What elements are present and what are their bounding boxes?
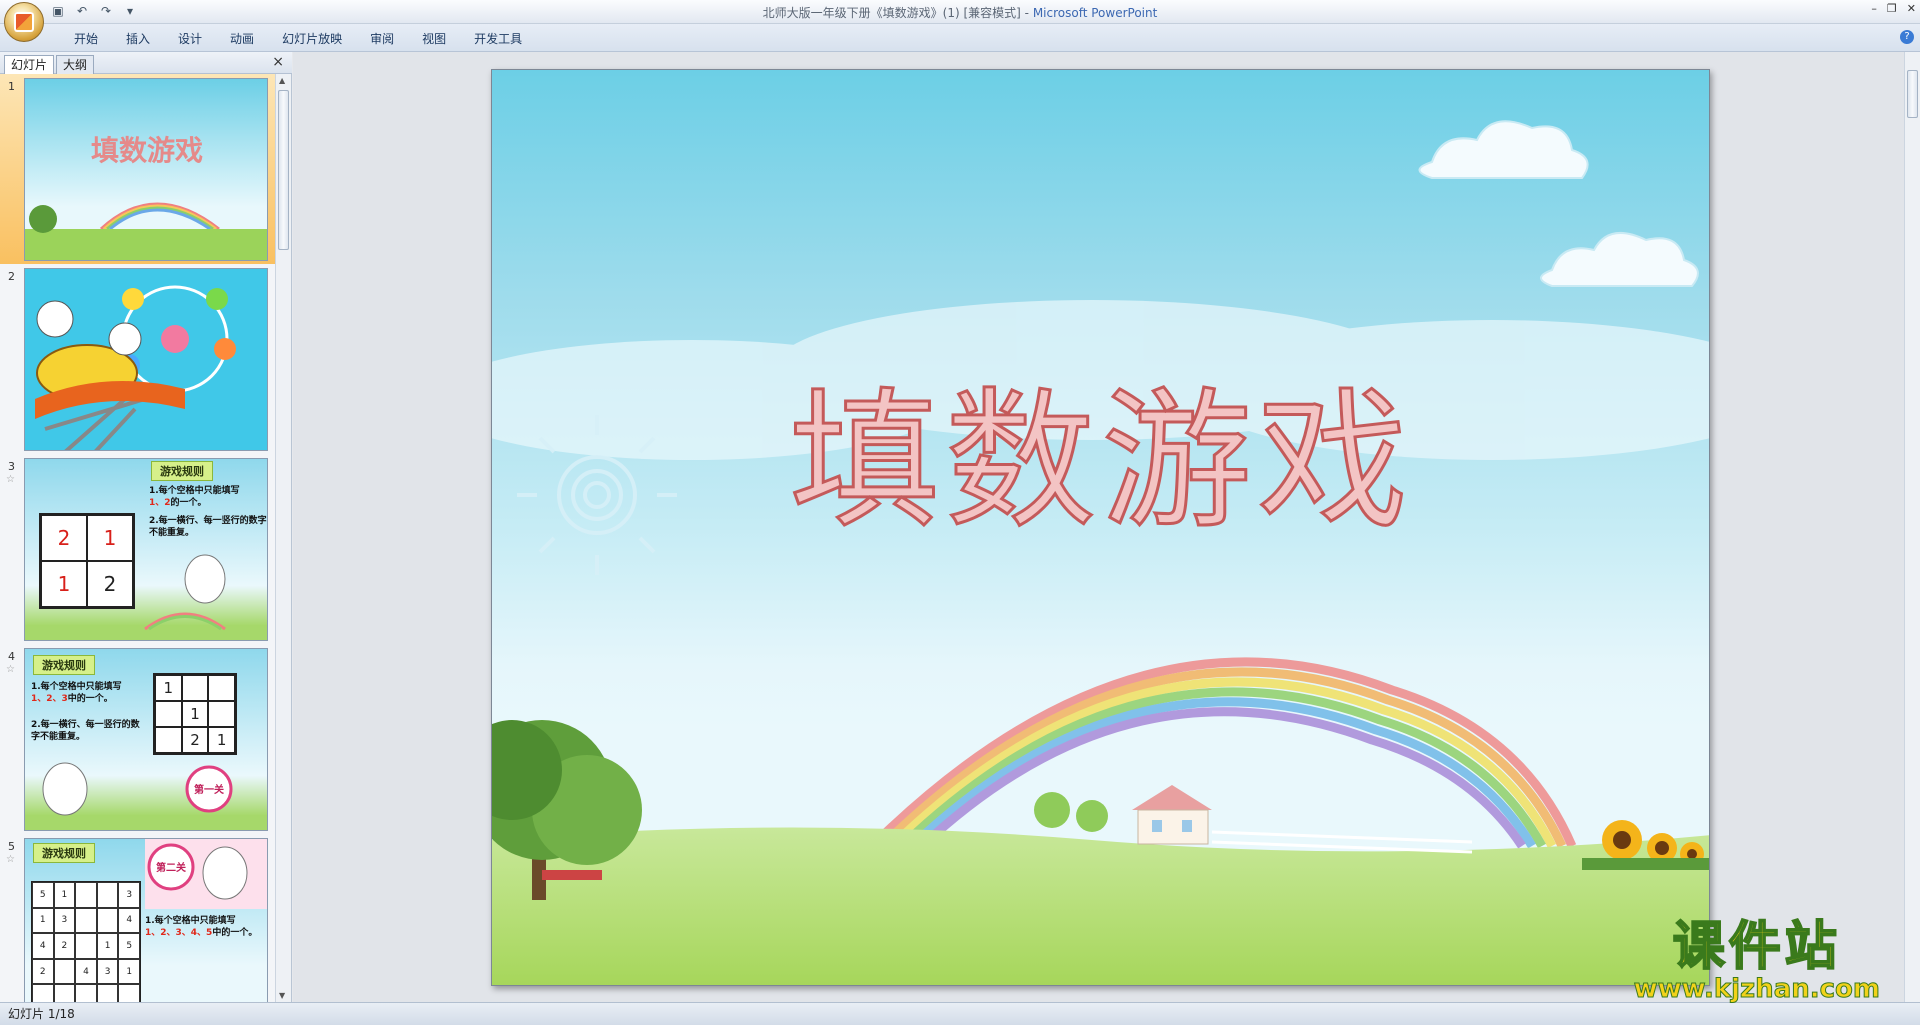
slides-pane: 幻灯片 大纲 × 1 填数游戏 2 3 ☆ 游戏规则 2 1 1 2 1.每个空…: [0, 52, 292, 1002]
slide-editor: 填数游戏: [293, 52, 1904, 1002]
rule-1: 1.每个空格中只能填写 1、2的一个。: [149, 485, 267, 509]
watermark-url: www.kjzhan.com: [1633, 974, 1880, 1004]
thumbnail-row-1[interactable]: 1 填数游戏: [0, 74, 276, 264]
animation-star-icon: ☆: [6, 854, 15, 865]
thumbnail-row-3[interactable]: 3 ☆ 游戏规则 2 1 1 2 1.每个空格中只能填写 1、2的一个。 2.每…: [0, 454, 276, 644]
grid-cell: 1: [41, 561, 87, 607]
pane-close-icon[interactable]: ×: [272, 54, 284, 70]
thumbnail-number: 5: [8, 840, 15, 853]
thumbnail-scrollbar[interactable]: ▲ ▼: [275, 74, 291, 1002]
thumbnail-slide-2[interactable]: [24, 268, 268, 451]
rule-1-numbers: 1、2: [149, 498, 171, 508]
ribbon-tabs: 开始 插入 设计 动画 幻灯片放映 审阅 视图 开发工具: [60, 30, 536, 48]
window-controls: – ❐ ✕: [1871, 2, 1916, 15]
office-logo-icon: [14, 12, 34, 32]
scroll-up-icon[interactable]: ▲: [279, 76, 285, 85]
tab-developer[interactable]: 开发工具: [460, 30, 536, 48]
thumbnail-slide-3[interactable]: 游戏规则 2 1 1 2 1.每个空格中只能填写 1、2的一个。 2.每一横行、…: [24, 458, 268, 641]
thumbnail-number: 1: [8, 80, 15, 93]
editor-scrollbar-thumb[interactable]: [1907, 70, 1918, 118]
thumbnail-slide-5[interactable]: 游戏规则 5 1 3 1 3 4 4 2 1 5 2 4 3 1 第二关 1.每…: [24, 838, 268, 1002]
rule-1-text: 1.每个空格中只能填写: [149, 486, 240, 496]
rule-1: 1.每个空格中只能填写 1、2、3、4、5中的一个。: [145, 915, 265, 939]
thumbnail-1-scene: [25, 79, 267, 260]
grid-cell: 1: [87, 515, 133, 561]
puzzle-grid-2x2: 2 1 1 2: [39, 513, 135, 609]
scrollbar-thumb[interactable]: [278, 90, 289, 250]
editor-scrollbar[interactable]: [1904, 52, 1920, 1002]
title-bar: ▣ ↶ ↷ ▾ 北师大版一年级下册《填数游戏》(1) [兼容模式] - Micr…: [0, 0, 1920, 24]
window-title: 北师大版一年级下册《填数游戏》(1) [兼容模式] - Microsoft Po…: [0, 4, 1920, 21]
animation-star-icon: ☆: [6, 474, 15, 485]
thumbnail-1-title: 填数游戏: [90, 134, 203, 167]
thumbnail-row-2[interactable]: 2: [0, 264, 276, 454]
slide-title[interactable]: 填数游戏: [492, 340, 1709, 557]
thumbnail-number: 3: [8, 460, 15, 473]
tab-insert[interactable]: 插入: [112, 30, 164, 48]
grid-cell: 2: [41, 515, 87, 561]
animation-star-icon: ☆: [6, 664, 15, 675]
slide-indicator: 幻灯片 1/18: [8, 1007, 75, 1021]
level-label: 第二关: [156, 863, 186, 874]
rules-badge: 游戏规则: [151, 461, 213, 481]
ribbon: 开始 插入 设计 动画 幻灯片放映 审阅 视图 开发工具 ?: [0, 24, 1920, 52]
app-name: Microsoft PowerPoint: [1032, 6, 1158, 20]
title-separator: -: [1020, 6, 1033, 20]
document-name: 北师大版一年级下册《填数游戏》(1) [兼容模式]: [762, 6, 1021, 20]
help-icon[interactable]: ?: [1900, 30, 1914, 44]
watermark-logo: 课件站 www.kjzhan.com: [1633, 917, 1880, 1004]
thumbnail-list: 1 填数游戏 2 3 ☆ 游戏规则 2 1 1 2 1.每个空格中只能填写 1、…: [0, 74, 276, 1002]
tab-home[interactable]: 开始: [60, 30, 112, 48]
thumbnail-slide-1[interactable]: 填数游戏: [24, 78, 268, 261]
rule-1-suffix: 的一个。: [170, 498, 207, 508]
rule-2: 2.每一横行、每一竖行的数字不能重复。: [149, 516, 267, 538]
pane-tabs: 幻灯片 大纲 ×: [0, 52, 292, 74]
tab-review[interactable]: 审阅: [356, 30, 408, 48]
minimize-icon[interactable]: –: [1871, 2, 1877, 15]
level-label: 第一关: [194, 785, 224, 796]
office-button[interactable]: [4, 2, 44, 42]
rule-1-text: 1.每个空格中只能填写: [145, 916, 236, 926]
tab-animations[interactable]: 动画: [216, 30, 268, 48]
thumbnail-slide-4[interactable]: 游戏规则 1.每个空格中只能填写 1、2、3中的一个。 2.每一横行、每一竖行的…: [24, 648, 268, 831]
restore-icon[interactable]: ❐: [1887, 2, 1897, 15]
thumbnail-row-5[interactable]: 5 ☆ 游戏规则 5 1 3 1 3 4 4 2 1 5 2 4 3 1 第二关…: [0, 834, 276, 1002]
tab-design[interactable]: 设计: [164, 30, 216, 48]
thumbnail-number: 4: [8, 650, 15, 663]
tab-slideshow[interactable]: 幻灯片放映: [268, 30, 356, 48]
rule-1-suffix: 中的一个。: [212, 928, 258, 938]
watermark-main: 课件站: [1672, 917, 1841, 977]
close-icon[interactable]: ✕: [1907, 2, 1916, 15]
current-slide[interactable]: 填数游戏: [491, 69, 1710, 986]
tab-view[interactable]: 视图: [408, 30, 460, 48]
grid-cell: 2: [87, 561, 133, 607]
thumbnail-row-4[interactable]: 4 ☆ 游戏规则 1.每个空格中只能填写 1、2、3中的一个。 2.每一横行、每…: [0, 644, 276, 834]
scroll-down-icon[interactable]: ▼: [279, 991, 285, 1000]
rule-1-numbers: 1、2、3、4、5: [145, 928, 213, 938]
status-bar: 幻灯片 1/18: [0, 1002, 1920, 1025]
thumbnail-number: 2: [8, 270, 15, 283]
tab-slides[interactable]: 幻灯片: [4, 55, 55, 74]
tab-outline[interactable]: 大纲: [56, 55, 95, 74]
thumbnail-4-decor: [42, 762, 233, 816]
thumbnail-2-cartoon-image: [25, 269, 267, 450]
